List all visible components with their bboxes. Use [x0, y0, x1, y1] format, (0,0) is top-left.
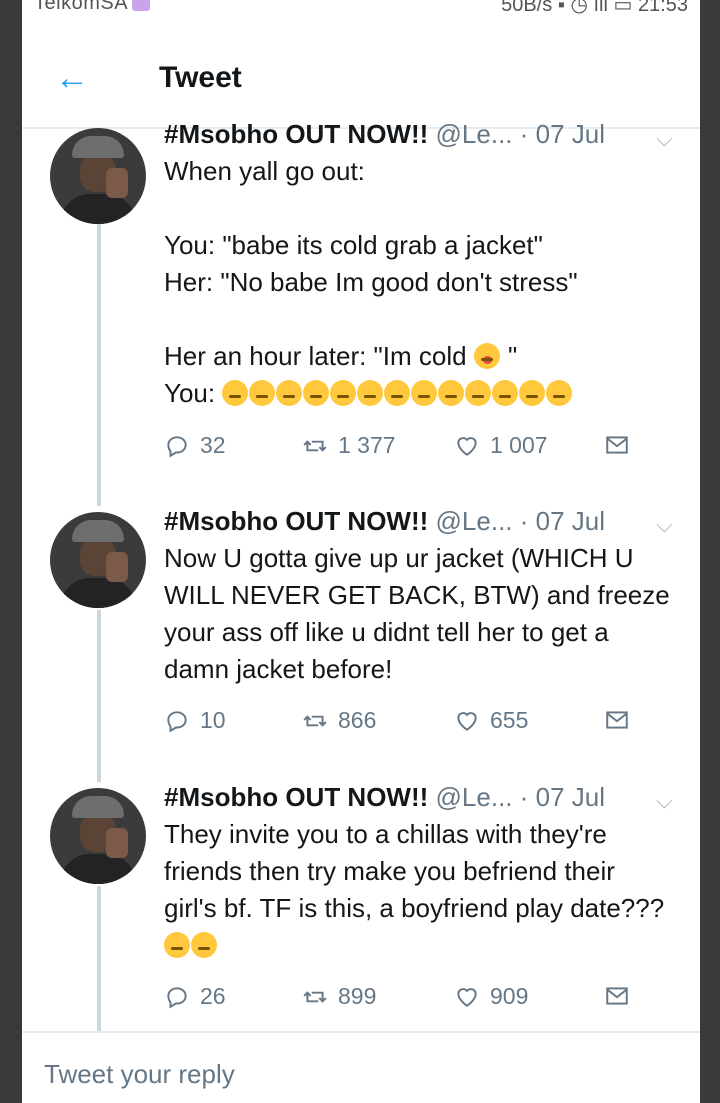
share-button[interactable] [604, 707, 630, 733]
envelope-icon [606, 711, 628, 729]
heart-icon [457, 711, 477, 731]
chevron-down-icon[interactable]: ⌵ [656, 788, 673, 814]
retweet-icon [303, 990, 327, 1003]
tweet-header: #Msobho OUT NOW!! @Le... · 07 Jul [164, 119, 606, 149]
like-count: 909 [490, 983, 529, 1009]
tweet-text: When yall go out: You: "babe its cold gr… [164, 156, 578, 408]
author-handle[interactable]: @Le... [436, 506, 513, 536]
share-button[interactable] [604, 983, 630, 1009]
tweet-actions: 32 1 377 1 007 [164, 432, 664, 466]
retweet-count: 866 [338, 707, 377, 733]
like-button[interactable]: 909 [454, 983, 528, 1010]
reply-input[interactable]: Tweet your reply [44, 1059, 235, 1090]
like-count: 655 [490, 707, 529, 733]
tweet-date: 07 Jul [535, 506, 606, 536]
reply-icon [167, 986, 187, 1008]
like-count: 1 007 [490, 432, 548, 458]
tweet-date: 07 Jul [535, 119, 606, 149]
avatar[interactable] [50, 128, 146, 224]
retweet-count: 1 377 [338, 432, 396, 458]
retweet-icon [303, 714, 327, 727]
reply-button[interactable]: 32 [164, 432, 226, 459]
page-title: Tweet [159, 61, 242, 94]
like-button[interactable]: 1 007 [454, 432, 548, 459]
cold-face-emoji-icon [473, 343, 500, 369]
carrier-icon [132, 0, 151, 11]
reply-count: 10 [200, 707, 226, 733]
tweet-actions: 26 899 909 [164, 983, 664, 1017]
author-name[interactable]: #Msobho OUT NOW!! [164, 506, 428, 536]
tweet-actions: 10 866 655 [164, 707, 664, 741]
chevron-down-icon[interactable]: ⌵ [656, 512, 673, 538]
heart-icon [457, 987, 477, 1007]
like-button[interactable]: 655 [454, 707, 528, 734]
retweet-button[interactable]: 1 377 [302, 432, 396, 459]
author-handle[interactable]: @Le... [436, 782, 513, 812]
avatar[interactable] [50, 512, 146, 608]
tweet-date: 07 Jul [535, 782, 606, 812]
chevron-down-icon[interactable]: ⌵ [656, 126, 673, 152]
author-handle[interactable]: @Le... [436, 119, 513, 149]
back-arrow-icon[interactable]: ← [52, 58, 92, 98]
thread-line [97, 886, 101, 1032]
retweet-icon [303, 439, 327, 452]
reply-count: 26 [200, 983, 226, 1009]
avatar[interactable] [50, 788, 146, 884]
carrier-label: TelkomSA [34, 0, 151, 15]
top-bar: ← Tweet [22, 44, 700, 116]
retweet-button[interactable]: 899 [302, 983, 376, 1010]
app-frame: TelkomSA 50B/s ▪ ◷ ıll ▭ 21:53 ← Tweet #… [22, 0, 700, 1103]
retweet-count: 899 [338, 983, 377, 1009]
grimace-emoji-pair-icon [164, 930, 218, 960]
tweet-header: #Msobho OUT NOW!! @Le... · 07 Jul [164, 782, 606, 812]
clock: 21:53 [637, 0, 688, 16]
heart-icon [457, 436, 477, 456]
author-name[interactable]: #Msobho OUT NOW!! [164, 782, 428, 812]
share-button[interactable] [604, 432, 630, 458]
thread-line [97, 224, 101, 506]
author-name[interactable]: #Msobho OUT NOW!! [164, 119, 428, 149]
reply-button[interactable]: 10 [164, 707, 226, 734]
network-speed: 50B/s [501, 0, 553, 16]
reply-icon [167, 710, 187, 732]
tweet-text: They invite you to a chillas with they'r… [164, 816, 674, 964]
thread-line [97, 610, 101, 782]
grimace-emoji-row-icon [222, 378, 573, 408]
reply-count: 32 [200, 432, 226, 458]
envelope-icon [606, 987, 628, 1005]
tweet-header: #Msobho OUT NOW!! @Le... · 07 Jul [164, 506, 606, 536]
tweet-text: Now U gotta give up ur jacket (WHICH U W… [164, 543, 670, 684]
status-right: 50B/s ▪ ◷ ıll ▭ 21:53 [501, 0, 688, 17]
retweet-button[interactable]: 866 [302, 707, 376, 734]
reply-icon [167, 435, 187, 457]
reply-bar[interactable]: Tweet your reply [22, 1031, 700, 1103]
status-bar: TelkomSA 50B/s ▪ ◷ ıll ▭ 21:53 [22, 0, 700, 22]
envelope-icon [606, 436, 628, 454]
reply-button[interactable]: 26 [164, 983, 226, 1010]
